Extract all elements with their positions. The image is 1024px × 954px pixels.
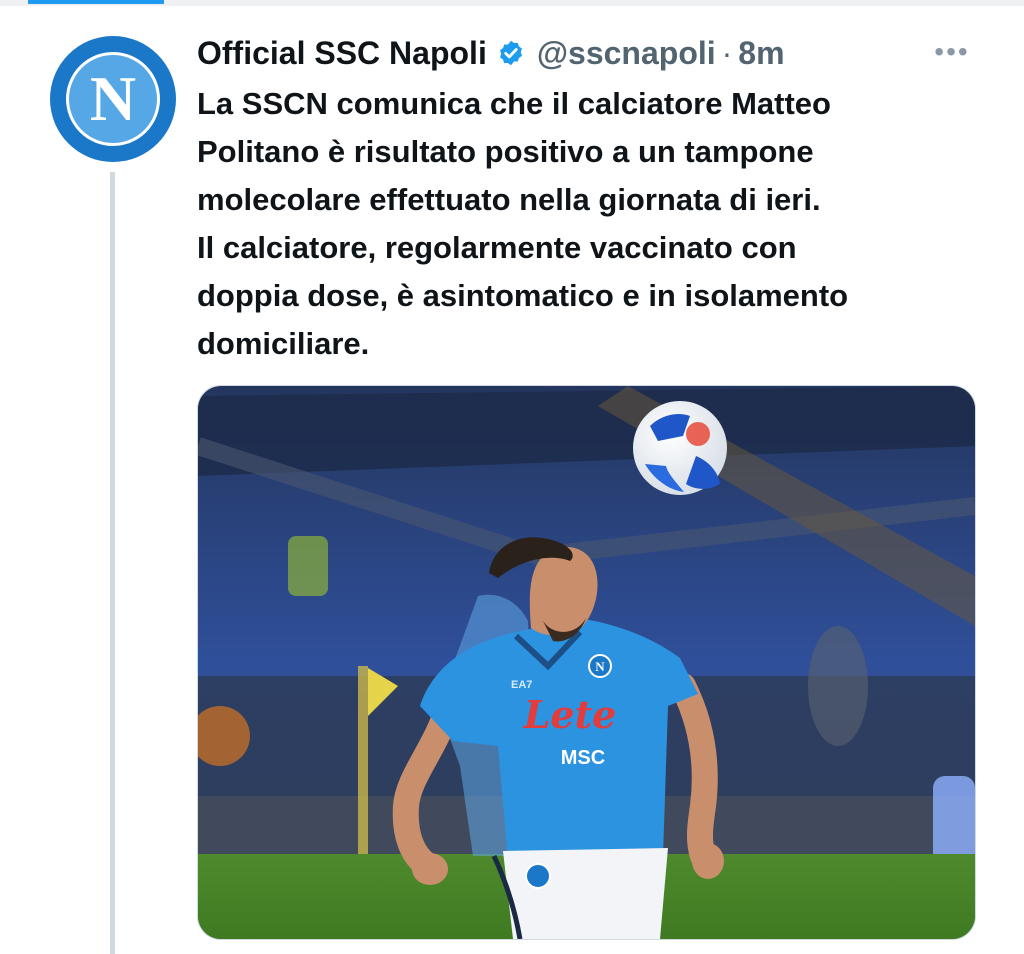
active-indicator — [28, 0, 164, 4]
player-shorts — [503, 848, 668, 939]
top-divider — [0, 0, 1024, 6]
timestamp[interactable]: 8m — [738, 35, 784, 72]
tweet-photo[interactable]: N EA7 Lete MSC — [197, 385, 976, 940]
separator-dot: · — [721, 34, 733, 71]
thread-line — [110, 172, 115, 954]
shirt-secondary-sponsor: MSC — [561, 747, 605, 769]
tweet-text: La SSCN comunica che il calciatore Matte… — [197, 80, 997, 368]
more-horizontal-icon[interactable]: ••• — [932, 38, 972, 66]
avatar-letter: N — [89, 63, 137, 134]
shirt-brand: EA7 — [511, 679, 532, 691]
tweet-line: Il calciatore, regolarmente vaccinato co… — [197, 230, 797, 265]
tweet-line: domiciliare. — [197, 326, 370, 361]
avatar[interactable]: N — [50, 36, 176, 162]
tweet-line: molecolare effettuato nella giornata di … — [197, 182, 821, 217]
shirt-sponsor: Lete — [523, 692, 617, 737]
tweet-header: Official SSC Napoli @sscnapoli · 8m — [197, 32, 785, 74]
author-name[interactable]: Official SSC Napoli — [197, 35, 487, 72]
verified-badge-icon — [499, 40, 522, 66]
tweet-line: doppia dose, è asintomatico e in isolame… — [197, 278, 849, 313]
tweet-line: La SSCN comunica che il calciatore Matte… — [197, 86, 831, 121]
photo-football-player: N EA7 Lete MSC — [198, 386, 975, 939]
author-handle[interactable]: @sscnapoli — [537, 35, 716, 72]
shirt-crest-letter: N — [595, 659, 605, 674]
tweet-line: Politano è risultato positivo a un tampo… — [197, 134, 814, 169]
